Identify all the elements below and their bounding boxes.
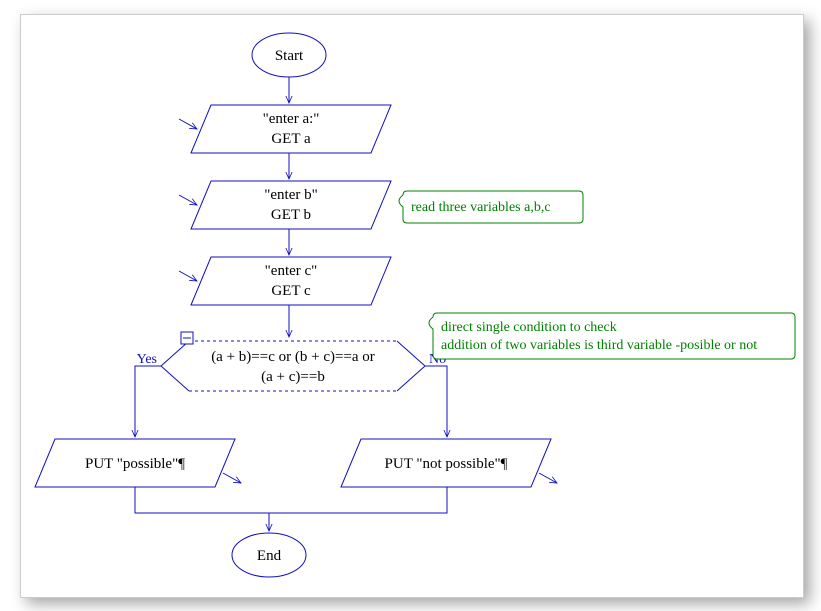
yes-label: Yes xyxy=(137,352,157,367)
io-a-line1: "enter a:" xyxy=(263,111,320,127)
start-label: Start xyxy=(275,48,304,64)
note-read-vars: read three variables a,b,c xyxy=(399,191,583,223)
note-condition: direct single condition to check additio… xyxy=(429,313,795,359)
diagram-canvas: Start "enter a:" GET a "enter b" GET b "… xyxy=(20,14,804,598)
decision-line1: (a + b)==c or (b + c)==a or xyxy=(211,349,375,365)
flowchart-svg: Start "enter a:" GET a "enter b" GET b "… xyxy=(21,15,803,597)
note2-line1: direct single condition to check xyxy=(441,320,617,335)
io-b-line1: "enter b" xyxy=(264,187,317,203)
out-no-icon xyxy=(539,473,557,483)
edge-no-end xyxy=(269,487,447,513)
io-c-line2: GET c xyxy=(271,283,311,299)
io-c-in-icon xyxy=(179,271,197,281)
note2-line2: addition of two variables is third varia… xyxy=(441,338,757,353)
io-b-in-icon xyxy=(179,195,197,205)
io-b-line2: GET b xyxy=(271,207,311,223)
diagram-frame: Start "enter a:" GET a "enter b" GET b "… xyxy=(0,0,821,611)
note1-text: read three variables a,b,c xyxy=(411,200,551,215)
out-no-label: PUT "not possible"¶ xyxy=(385,456,508,472)
edge-yes-end xyxy=(135,487,269,513)
out-yes-icon xyxy=(223,473,241,483)
io-a-line2: GET a xyxy=(271,131,311,147)
io-a-in-icon xyxy=(179,119,197,129)
end-label: End xyxy=(257,548,282,564)
decision-line2: (a + c)==b xyxy=(261,369,325,385)
out-yes-label: PUT "possible"¶ xyxy=(85,456,185,472)
io-c-line1: "enter c" xyxy=(265,263,318,279)
edge-yes xyxy=(135,366,161,437)
edge-no xyxy=(425,366,447,437)
